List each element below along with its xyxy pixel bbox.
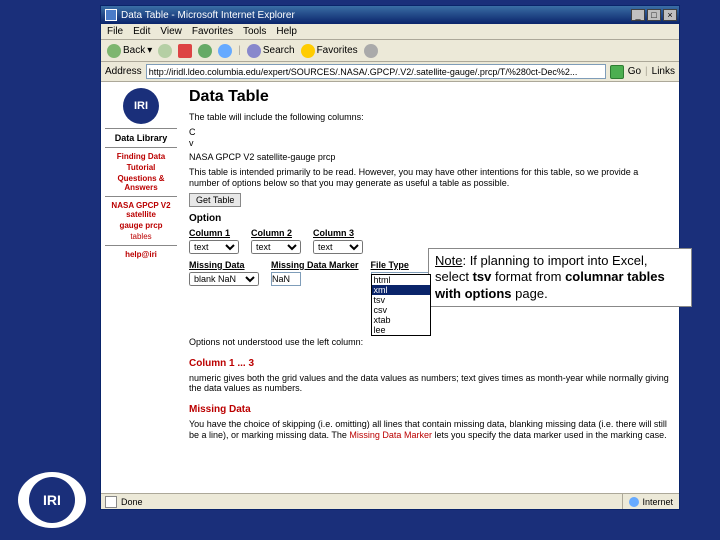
usage-text: This table is intended primarily to be r… xyxy=(189,167,671,189)
missing-data-label: Missing Data xyxy=(189,260,259,270)
home-icon[interactable] xyxy=(218,44,232,58)
iri-logo: IRI xyxy=(123,88,159,124)
col3-label: Column 3 xyxy=(313,228,363,238)
menu-file[interactable]: File xyxy=(107,26,123,37)
search-icon xyxy=(247,44,261,58)
globe-icon xyxy=(629,497,639,507)
menu-tools[interactable]: Tools xyxy=(243,26,266,37)
intro-text: The table will include the following col… xyxy=(189,112,671,123)
footer-iri-logo: IRI xyxy=(18,472,86,528)
statusbar: Done Internet xyxy=(101,493,679,509)
missing-marker-link[interactable]: Missing Data Marker xyxy=(349,430,432,440)
page-icon xyxy=(105,496,117,508)
filetype-opt-tsv[interactable]: tsv xyxy=(372,295,430,305)
options-head: Option xyxy=(189,213,671,224)
status-text: Done xyxy=(121,497,143,507)
missing-desc: You have the choice of skipping (i.e. om… xyxy=(189,419,671,441)
filetype-opt-lee[interactable]: lee xyxy=(372,325,430,335)
sidebar-dataset2[interactable]: gauge prcp xyxy=(105,221,177,230)
titlebar: Data Table - Microsoft Internet Explorer… xyxy=(101,6,679,24)
note-tsv: tsv xyxy=(473,269,492,284)
filetype-opt-csv[interactable]: csv xyxy=(372,305,430,315)
refresh-icon[interactable] xyxy=(198,44,212,58)
chevron-down-icon: ▾ xyxy=(147,45,152,56)
sidebar-dataset1[interactable]: NASA GPCP V2 satellite xyxy=(105,201,177,219)
back-icon xyxy=(107,44,121,58)
sidebar-qa[interactable]: Questions & Answers xyxy=(105,174,177,192)
page-title: Data Table xyxy=(189,88,671,106)
filetype-opt-xtab[interactable]: xtab xyxy=(372,315,430,325)
menu-favorites[interactable]: Favorites xyxy=(192,26,233,37)
sidebar-data-library[interactable]: Data Library xyxy=(105,133,177,143)
menu-view[interactable]: View xyxy=(160,26,182,37)
go-label[interactable]: Go xyxy=(628,66,641,77)
ie-icon xyxy=(105,9,117,21)
missing-head: Missing Data xyxy=(189,404,671,415)
col1-select[interactable]: text xyxy=(189,240,239,254)
media-icon[interactable] xyxy=(364,44,378,58)
minimize-button[interactable]: _ xyxy=(631,9,645,21)
security-zone: Internet xyxy=(622,494,679,509)
sidebar-tutorial[interactable]: Tutorial xyxy=(105,163,177,172)
cols-short: C v xyxy=(189,127,671,149)
links-label[interactable]: Links xyxy=(652,66,675,77)
col1-label: Column 1 xyxy=(189,228,239,238)
missing-marker-input[interactable] xyxy=(271,272,301,286)
options-desc: Options not understood use the left colu… xyxy=(189,337,671,348)
note-callout: Note: If planning to import into Excel, … xyxy=(428,248,692,307)
toolbar: Back ▾ | Search Favorites xyxy=(101,40,679,62)
close-button[interactable]: × xyxy=(663,9,677,21)
back-button[interactable]: Back ▾ xyxy=(107,44,152,58)
missing-marker-label: Missing Data Marker xyxy=(271,260,359,270)
star-icon xyxy=(301,44,315,58)
sidebar-tables[interactable]: tables xyxy=(105,232,177,241)
get-table-button[interactable]: Get Table xyxy=(189,193,241,207)
col13-desc: numeric gives both the grid values and t… xyxy=(189,373,671,395)
missing-data-select[interactable]: blank NaN xyxy=(189,272,259,286)
note-prefix: Note xyxy=(435,253,462,268)
filetype-label: File Type xyxy=(371,260,431,270)
window-title: Data Table - Microsoft Internet Explorer xyxy=(121,10,295,21)
dataset-line: NASA GPCP V2 satellite-gauge prcp xyxy=(189,152,671,163)
menu-edit[interactable]: Edit xyxy=(133,26,150,37)
address-label: Address xyxy=(105,66,142,77)
col2-select[interactable]: text xyxy=(251,240,301,254)
sidebar: IRI Data Library Finding Data Tutorial Q… xyxy=(101,82,181,493)
forward-icon[interactable] xyxy=(158,44,172,58)
maximize-button[interactable]: □ xyxy=(647,9,661,21)
go-icon[interactable] xyxy=(610,65,624,79)
sidebar-help[interactable]: help@iri xyxy=(105,250,177,259)
menubar: File Edit View Favorites Tools Help xyxy=(101,24,679,40)
filetype-opt-html[interactable]: html xyxy=(372,275,430,285)
col3-select[interactable]: text xyxy=(313,240,363,254)
address-bar: Address Go | Links xyxy=(101,62,679,82)
filetype-dropdown: html xml tsv csv xtab lee xyxy=(371,274,431,336)
sidebar-finding-data[interactable]: Finding Data xyxy=(105,152,177,161)
col13-head: Column 1 ... 3 xyxy=(189,358,671,369)
address-input[interactable] xyxy=(146,64,606,79)
menu-help[interactable]: Help xyxy=(276,26,297,37)
filetype-opt-xml[interactable]: xml xyxy=(372,285,430,295)
search-button[interactable]: Search xyxy=(247,44,295,58)
stop-icon[interactable] xyxy=(178,44,192,58)
col2-label: Column 2 xyxy=(251,228,301,238)
favorites-button[interactable]: Favorites xyxy=(301,44,358,58)
